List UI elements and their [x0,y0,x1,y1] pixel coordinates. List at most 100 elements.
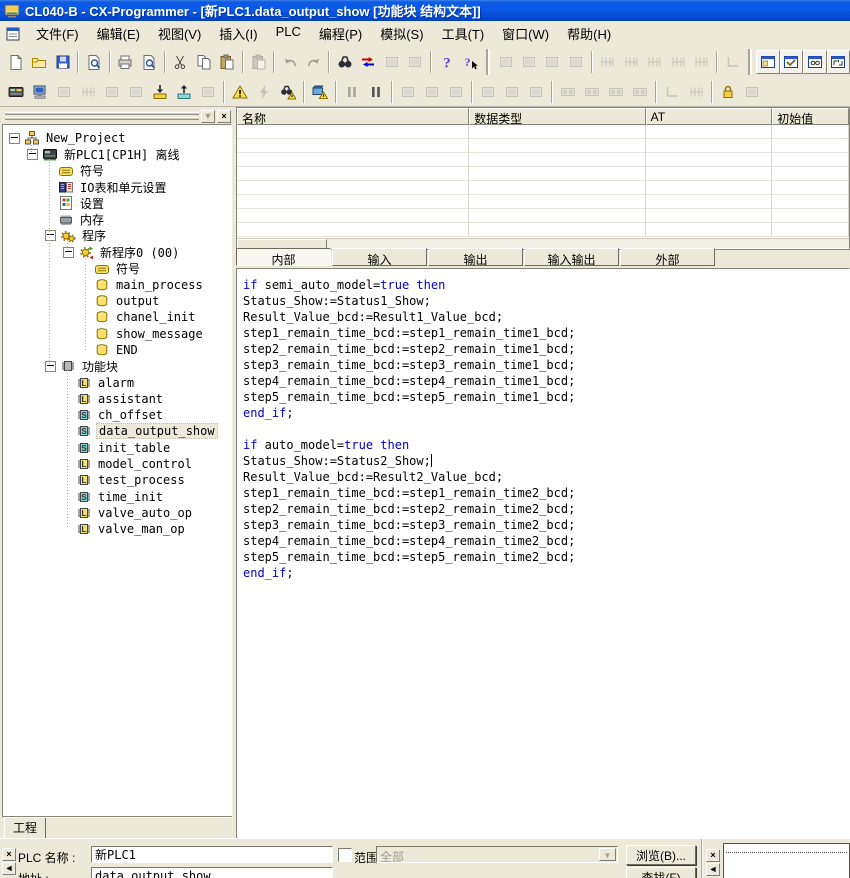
tree-item-init_table[interactable]: Sinit_table [3,440,231,456]
program-mode-icon[interactable] [76,80,100,104]
menu-help[interactable]: 帮助(H) [558,20,620,47]
simulator-online-icon[interactable] [4,80,28,104]
scope-combobox[interactable]: 全部 ▼ [376,846,618,863]
table-cell[interactable] [469,153,645,167]
tab-project[interactable]: 工程 [4,818,46,840]
new-contact-icon[interactable] [494,50,517,74]
fb-password-icon[interactable] [716,80,740,104]
title-bar[interactable]: CL040-B - CX-Programmer - [新PLC1.data_ou… [0,0,850,21]
table-cell[interactable] [772,167,849,181]
search-document-icon[interactable] [82,50,105,74]
print-icon[interactable] [114,50,137,74]
force-off-icon[interactable] [500,80,524,104]
tree-item-valve_auto_op[interactable]: Lvalve_auto_op [3,505,231,521]
address-input[interactable] [91,867,333,878]
table-cell[interactable] [646,223,773,237]
chevron-down-icon[interactable]: ▼ [201,110,215,123]
tree-item-main_process[interactable]: main_process [3,277,231,293]
collapse-left-icon[interactable]: ◄ [2,862,16,875]
replace-symbol-icon[interactable] [404,50,427,74]
tree-item-time_init[interactable]: Stime_init [3,489,231,505]
new-closed-or-contact-icon[interactable] [564,50,587,74]
tree-item-show_message[interactable]: show_message [3,326,231,342]
new-or-contact-icon[interactable] [541,50,564,74]
column-header-at[interactable]: AT [646,108,773,125]
table-cell[interactable] [772,125,849,139]
find-compile-error-icon[interactable] [276,80,300,104]
close-icon[interactable]: × [2,848,16,861]
browse-button[interactable]: 浏览(B)... [626,845,696,865]
tab-输入输出[interactable]: 输入输出 [524,248,619,266]
menu-edit[interactable]: 编辑(E) [88,20,149,47]
table-cell[interactable] [237,195,469,209]
find-icon[interactable] [333,50,356,74]
table-cell[interactable] [469,167,645,181]
tree-item-[interactable]: 功能块 [3,358,231,374]
replace-icon[interactable] [357,50,380,74]
menu-file[interactable]: 文件(F) [27,20,88,47]
menu-programming[interactable]: 编程(P) [310,20,371,47]
table-row[interactable] [237,181,849,195]
transfer-fb-source-icon[interactable] [308,80,332,104]
tree-item-new_project[interactable]: New_Project [3,130,231,146]
memory-monitor-icon[interactable] [604,80,628,104]
download-to-plc-icon[interactable] [148,80,172,104]
paste-attributes-icon[interactable] [247,50,270,74]
table-row[interactable] [237,153,849,167]
table-cell[interactable] [772,209,849,223]
table-cell[interactable] [469,209,645,223]
differential-monitor-icon[interactable] [660,80,684,104]
menu-simulation[interactable]: 模拟(S) [371,20,432,47]
context-help-icon[interactable]: ? [458,50,481,74]
compare-with-plc-icon[interactable] [196,80,220,104]
tree-expand-minus-icon[interactable] [45,361,56,372]
plc-name-input[interactable] [91,846,333,863]
project-tree[interactable]: New_Project新PLC1[CP1H] 离线符号IO表和单元设置设置内存程… [2,124,232,818]
time-chart-monitor-icon[interactable] [684,80,708,104]
tree-expand-minus-icon[interactable] [9,133,20,144]
output-list[interactable] [723,843,850,878]
st-code-editor[interactable]: if semi_auto_model=true thenStatus_Show:… [236,268,850,840]
variable-table-body[interactable] [237,125,849,238]
pause-with-trigger-icon[interactable] [340,80,364,104]
tree-expand-minus-icon[interactable] [63,247,74,258]
tab-内部[interactable]: 内部 [236,248,331,266]
memory-clear-icon[interactable] [628,80,652,104]
connect-line-icon[interactable] [721,50,744,74]
undo-icon[interactable] [278,50,301,74]
close-icon[interactable]: × [217,110,231,123]
table-cell[interactable] [646,139,773,153]
table-cell[interactable] [237,153,469,167]
cut-icon[interactable] [169,50,192,74]
redo-icon[interactable] [302,50,325,74]
toggle-output-window-icon[interactable] [780,50,803,74]
tree-item-model_control[interactable]: Lmodel_control [3,456,231,472]
tab-输出[interactable]: 输出 [428,248,523,266]
table-row[interactable] [237,139,849,153]
work-online-icon[interactable] [28,80,52,104]
table-cell[interactable] [469,125,645,139]
drag-grip[interactable] [5,112,199,121]
open-file-icon[interactable] [27,50,50,74]
menu-tools[interactable]: 工具(T) [433,20,494,47]
mdi-child-icon[interactable] [5,26,21,42]
tree-item-valve_man_op[interactable]: Lvalve_man_op [3,521,231,537]
tree-item-[interactable]: 符号 [3,260,231,276]
tree-item-end[interactable]: END [3,342,231,358]
menu-view[interactable]: 视图(V) [149,20,210,47]
table-cell[interactable] [469,195,645,209]
toggle-watch-window-icon[interactable] [803,50,826,74]
memory-transfer-icon[interactable] [580,80,604,104]
tab-输入[interactable]: 输入 [332,248,427,266]
table-cell[interactable] [772,195,849,209]
tree-item-[interactable]: 设置 [3,195,231,211]
help-icon[interactable]: ? [435,50,458,74]
copy-icon[interactable] [192,50,215,74]
table-cell[interactable] [646,167,773,181]
table-cell[interactable] [237,223,469,237]
table-row[interactable] [237,223,849,237]
new-file-icon[interactable] [4,50,27,74]
variable-table-hscrollbar[interactable] [237,238,849,248]
table-cell[interactable] [237,209,469,223]
transfer-program-icon[interactable] [420,80,444,104]
